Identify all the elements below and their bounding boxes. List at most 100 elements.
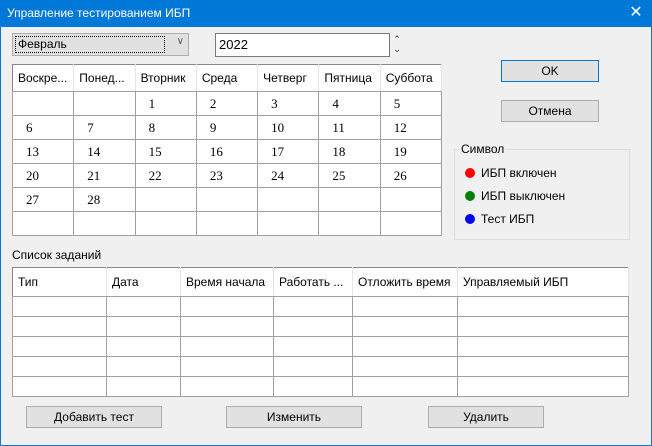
table-row[interactable] xyxy=(12,316,629,337)
table-cell xyxy=(273,356,353,377)
spin-down-icon[interactable]: ⌄ xyxy=(391,44,403,54)
calendar-day-cell[interactable]: 7 xyxy=(73,115,136,140)
dialog-window: Управление тестированием ИБП ✕ Февраль ∨… xyxy=(0,0,652,446)
table-cell xyxy=(12,376,107,397)
table-row[interactable] xyxy=(12,376,629,397)
status-dot-icon xyxy=(465,168,475,178)
calendar-day-cell[interactable] xyxy=(195,187,259,212)
table-cell xyxy=(273,316,353,337)
calendar-day-cell[interactable]: 2 xyxy=(195,91,259,116)
calendar-day-cell[interactable] xyxy=(379,211,443,236)
tasks-title: Список заданий xyxy=(12,248,102,262)
calendar-day-cell[interactable]: 11 xyxy=(318,115,381,140)
table-row[interactable] xyxy=(12,296,629,317)
tasks-column-header[interactable]: Управляемый ИБП xyxy=(457,267,629,297)
calendar-day-cell[interactable] xyxy=(318,187,381,212)
table-cell xyxy=(457,296,629,317)
calendar-day-cell[interactable]: 13 xyxy=(11,139,75,164)
edit-button[interactable]: Изменить xyxy=(226,406,362,428)
calendar-day-cell[interactable]: 18 xyxy=(318,139,381,164)
calendar-row: 6 7 8 9 10 11 12 xyxy=(11,115,443,140)
legend-label: ИБП выключен xyxy=(481,189,566,203)
month-select[interactable]: Февраль ∨ xyxy=(12,33,189,56)
ok-button[interactable]: OK xyxy=(501,60,599,82)
calendar-day-cell[interactable]: 15 xyxy=(134,139,197,164)
calendar-day-cell[interactable] xyxy=(195,211,259,236)
tasks-column-header[interactable]: Время начала xyxy=(180,267,274,297)
calendar-header: Воскре... xyxy=(12,64,75,92)
year-spinner[interactable]: ⌃ ⌄ xyxy=(391,34,403,56)
legend-label: Тест ИБП xyxy=(481,212,535,226)
table-cell xyxy=(180,356,274,377)
tasks-column-header[interactable]: Дата xyxy=(106,267,181,297)
calendar-day-cell[interactable]: 3 xyxy=(257,91,320,116)
calendar-day-cell[interactable]: 27 xyxy=(11,187,75,212)
calendar-day-cell[interactable] xyxy=(379,187,443,212)
calendar-day-cell[interactable]: 22 xyxy=(134,163,197,188)
title-bar: Управление тестированием ИБП ✕ xyxy=(1,1,652,27)
calendar-day-cell[interactable]: 8 xyxy=(134,115,197,140)
calendar-day-cell[interactable]: 19 xyxy=(379,139,443,164)
calendar-row: 12345 xyxy=(11,91,443,116)
calendar-row: 27 28 xyxy=(11,187,443,212)
legend-title: Символ xyxy=(460,142,506,156)
month-value: Февраль xyxy=(15,36,165,53)
calendar-row: 20 21 22 23 24 25 26 xyxy=(11,163,443,188)
calendar-day-cell[interactable]: 25 xyxy=(318,163,381,188)
calendar-day-cell[interactable] xyxy=(318,211,381,236)
calendar-header: Понед... xyxy=(73,64,136,92)
table-cell xyxy=(12,296,107,317)
add-test-button[interactable]: Добавить тест xyxy=(26,406,162,428)
year-input[interactable]: 2022 xyxy=(215,33,390,57)
calendar-row: 13 14 15 16 17 18 19 xyxy=(11,139,443,164)
table-row[interactable] xyxy=(12,356,629,377)
calendar-day-cell[interactable]: 12 xyxy=(379,115,443,140)
legend-item: ИБП выключен xyxy=(465,189,565,203)
table-cell xyxy=(457,356,629,377)
calendar-day-cell[interactable]: 24 xyxy=(257,163,320,188)
calendar-day-cell[interactable] xyxy=(11,91,75,116)
table-cell xyxy=(352,376,458,397)
delete-button[interactable]: Удалить xyxy=(428,406,544,428)
table-cell xyxy=(106,316,181,337)
calendar-day-cell[interactable]: 28 xyxy=(73,187,136,212)
tasks-column-header[interactable]: Отложить время xyxy=(352,267,458,297)
calendar-day-cell[interactable] xyxy=(11,211,75,236)
calendar-day-cell[interactable]: 4 xyxy=(318,91,381,116)
table-cell xyxy=(180,376,274,397)
table-row[interactable] xyxy=(12,336,629,357)
calendar-day-cell[interactable]: 16 xyxy=(195,139,259,164)
calendar-day-cell[interactable]: 14 xyxy=(73,139,136,164)
tasks-table[interactable]: Тип Дата Время начала Работать ... Отложить … xyxy=(12,267,629,397)
calendar-day-cell[interactable]: 23 xyxy=(195,163,259,188)
table-cell xyxy=(273,336,353,357)
table-cell xyxy=(106,336,181,357)
tasks-column-header[interactable]: Работать ... xyxy=(273,267,353,297)
calendar-day-cell[interactable] xyxy=(257,187,320,212)
calendar-day-cell[interactable] xyxy=(134,211,197,236)
tasks-column-header[interactable]: Тип xyxy=(12,267,107,297)
calendar-day-cell[interactable]: 20 xyxy=(11,163,75,188)
table-cell xyxy=(180,336,274,357)
calendar-day-cell[interactable]: 26 xyxy=(379,163,443,188)
table-cell xyxy=(180,296,274,317)
calendar-day-cell[interactable]: 9 xyxy=(195,115,259,140)
calendar-day-cell[interactable]: 5 xyxy=(379,91,443,116)
calendar-day-cell[interactable] xyxy=(73,211,136,236)
cancel-button[interactable]: Отмена xyxy=(501,100,599,122)
calendar-day-cell[interactable] xyxy=(134,187,197,212)
table-cell xyxy=(352,316,458,337)
table-cell xyxy=(12,316,107,337)
calendar-day-cell[interactable]: 17 xyxy=(257,139,320,164)
calendar-day-cell[interactable]: 6 xyxy=(11,115,75,140)
calendar-day-cell[interactable] xyxy=(257,211,320,236)
calendar-day-cell[interactable] xyxy=(73,91,136,116)
calendar-day-cell[interactable]: 10 xyxy=(257,115,320,140)
table-cell xyxy=(12,356,107,377)
table-cell xyxy=(273,376,353,397)
calendar-day-cell[interactable]: 21 xyxy=(73,163,136,188)
calendar-day-cell[interactable]: 1 xyxy=(134,91,197,116)
close-button[interactable]: ✕ xyxy=(619,1,652,27)
table-cell xyxy=(106,376,181,397)
spin-up-icon[interactable]: ⌃ xyxy=(391,34,403,44)
